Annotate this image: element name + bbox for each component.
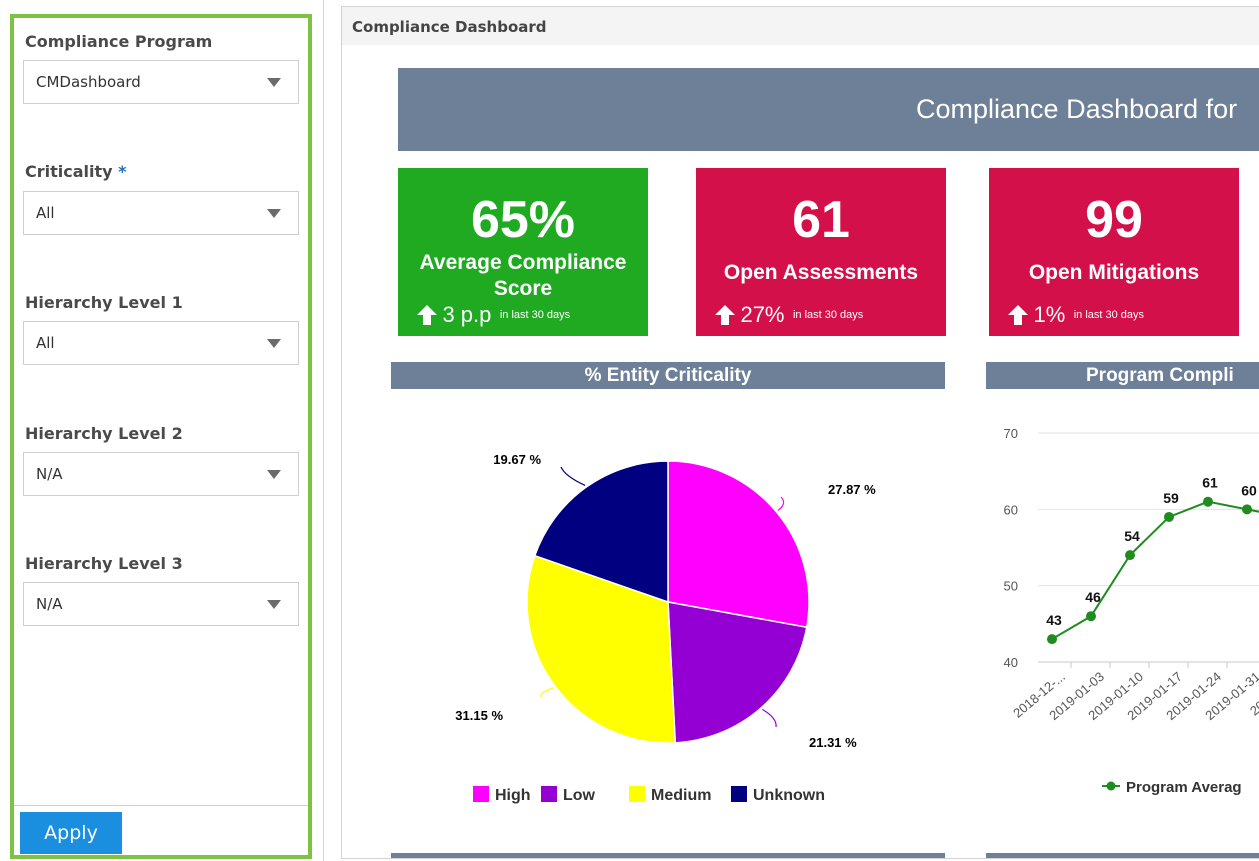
filter-label-criticality: Criticality *: [25, 162, 127, 181]
data-point[interactable]: [1047, 634, 1057, 645]
banner-title: Compliance Dashboard for: [916, 94, 1238, 124]
criticality-label-text: Criticality: [25, 162, 113, 181]
entity-criticality-pie-chart: 27.87 % 21.31 % 31.15 % 19.67 % High Low Mediu…: [455, 452, 876, 804]
kpi-trend-text: in last 30 days: [792, 309, 864, 321]
legend-swatch: [731, 786, 747, 802]
legend-item-high[interactable]: High: [495, 787, 531, 804]
kpi-value: 65%: [470, 191, 576, 249]
program-compliance-line-chart: 405060702018-12-...2019-01-032019-01-102…: [1004, 426, 1259, 796]
kpi-card-open-mitigations[interactable]: 99 Open Mitigations 1% in last 30 days: [989, 168, 1239, 336]
pie-slice-low[interactable]: [667, 601, 808, 744]
data-point[interactable]: [1086, 611, 1096, 622]
y-tick-label: 60: [1004, 502, 1018, 517]
y-tick-label: 70: [1004, 426, 1018, 441]
hierarchy-level-3-select[interactable]: N/A: [23, 582, 299, 626]
legend-swatch: [629, 786, 645, 802]
kpi-label: Average Compliance Score: [419, 251, 627, 300]
kpi-label: Open Assessments: [723, 261, 919, 284]
line-chart-title: Program Compli: [986, 362, 1259, 389]
y-tick-label: 40: [1004, 655, 1018, 670]
compliance-program-select[interactable]: CMDashboard: [23, 60, 299, 104]
panel-separator: [323, 0, 324, 861]
compliance-program-value: CMDashboard: [36, 73, 141, 91]
kpi-trend-value: 27%: [740, 302, 785, 327]
chevron-down-icon: [267, 470, 281, 479]
data-point[interactable]: [1125, 550, 1135, 561]
pie-slice-high[interactable]: [667, 460, 810, 629]
kpi-value: 61: [792, 191, 850, 249]
pie-data-label: 31.15 %: [455, 708, 503, 723]
hierarchy-level-2-value: N/A: [36, 465, 63, 483]
kpi-card-open-assessments[interactable]: 61 Open Assessments 27% in last 30 days: [696, 168, 946, 336]
hierarchy-level-1-value: All: [36, 334, 55, 352]
data-label: 60: [1241, 482, 1257, 498]
data-point[interactable]: [1164, 511, 1174, 522]
legend-item-low[interactable]: Low: [563, 787, 596, 804]
kpi-trend-value: 3 p.p: [442, 302, 492, 327]
filter-label-hierarchy-level-3: Hierarchy Level 3: [25, 554, 183, 573]
pie-label-connector: [540, 687, 554, 698]
next-section-bar: [391, 853, 945, 858]
data-label: 59: [1163, 490, 1179, 506]
legend-swatch: [541, 786, 557, 802]
filter-sidebar: Compliance Program CMDashboard Criticali…: [10, 14, 312, 859]
filter-label-compliance-program: Compliance Program: [25, 32, 213, 51]
data-label: 54: [1124, 528, 1140, 544]
kpi-card-compliance-score[interactable]: 65% Average Compliance Score 3 p.p in la…: [398, 168, 648, 336]
pie-data-label: 27.87 %: [828, 482, 876, 497]
arrow-up-icon: [715, 305, 735, 325]
kpi-trend: 1% in last 30 days: [1007, 302, 1144, 328]
sidebar-divider: [14, 805, 308, 806]
chevron-down-icon: [267, 600, 281, 609]
pie-label-connector: [762, 708, 777, 728]
data-label: 61: [1202, 475, 1218, 491]
legend-swatch: [473, 786, 489, 802]
legend-marker: [1106, 781, 1116, 791]
dashboard-panel: Compliance Dashboard Compliance Dashboar…: [341, 6, 1259, 859]
dashboard-banner: Compliance Dashboard for: [398, 68, 1259, 151]
required-marker: *: [118, 162, 127, 181]
data-point[interactable]: [1203, 496, 1213, 507]
arrow-up-icon: [1008, 305, 1028, 325]
criticality-value: All: [36, 204, 55, 222]
next-section-bar: [986, 853, 1259, 858]
legend-item-medium[interactable]: Medium: [651, 787, 711, 804]
chevron-down-icon: [267, 339, 281, 348]
filter-label-hierarchy-level-1: Hierarchy Level 1: [25, 293, 183, 312]
data-label: 46: [1085, 589, 1101, 605]
pie-label-connector: [560, 466, 586, 486]
pie-data-label: 19.67 %: [493, 452, 541, 467]
legend-item-program-average[interactable]: Program Averag: [1126, 779, 1242, 796]
filter-label-hierarchy-level-2: Hierarchy Level 2: [25, 424, 183, 443]
hierarchy-level-3-value: N/A: [36, 595, 63, 613]
kpi-trend-text: in last 30 days: [499, 309, 571, 321]
hierarchy-level-1-select[interactable]: All: [23, 321, 299, 365]
kpi-trend: 3 p.p in last 30 days: [416, 302, 570, 328]
data-point[interactable]: [1242, 504, 1252, 515]
criticality-select[interactable]: All: [23, 191, 299, 235]
series-line-program-average: [1051, 500, 1259, 640]
panel-title: Compliance Dashboard: [342, 7, 1259, 45]
legend-item-unknown[interactable]: Unknown: [753, 787, 825, 804]
kpi-trend: 27% in last 30 days: [714, 302, 863, 328]
pie-data-label: 21.31 %: [809, 735, 857, 750]
chevron-down-icon: [267, 78, 281, 87]
kpi-trend-text: in last 30 days: [1073, 309, 1145, 321]
chevron-down-icon: [267, 209, 281, 218]
data-label: 43: [1046, 612, 1062, 628]
kpi-value: 99: [1085, 191, 1143, 249]
kpi-trend-value: 1%: [1033, 302, 1066, 327]
y-tick-label: 50: [1004, 579, 1018, 594]
pie-label-connector: [777, 496, 785, 511]
pie-chart-title: % Entity Criticality: [391, 362, 945, 389]
kpi-label: Open Mitigations: [1028, 261, 1200, 284]
hierarchy-level-2-select[interactable]: N/A: [23, 452, 299, 496]
arrow-up-icon: [417, 305, 437, 325]
apply-button[interactable]: Apply: [20, 812, 122, 854]
